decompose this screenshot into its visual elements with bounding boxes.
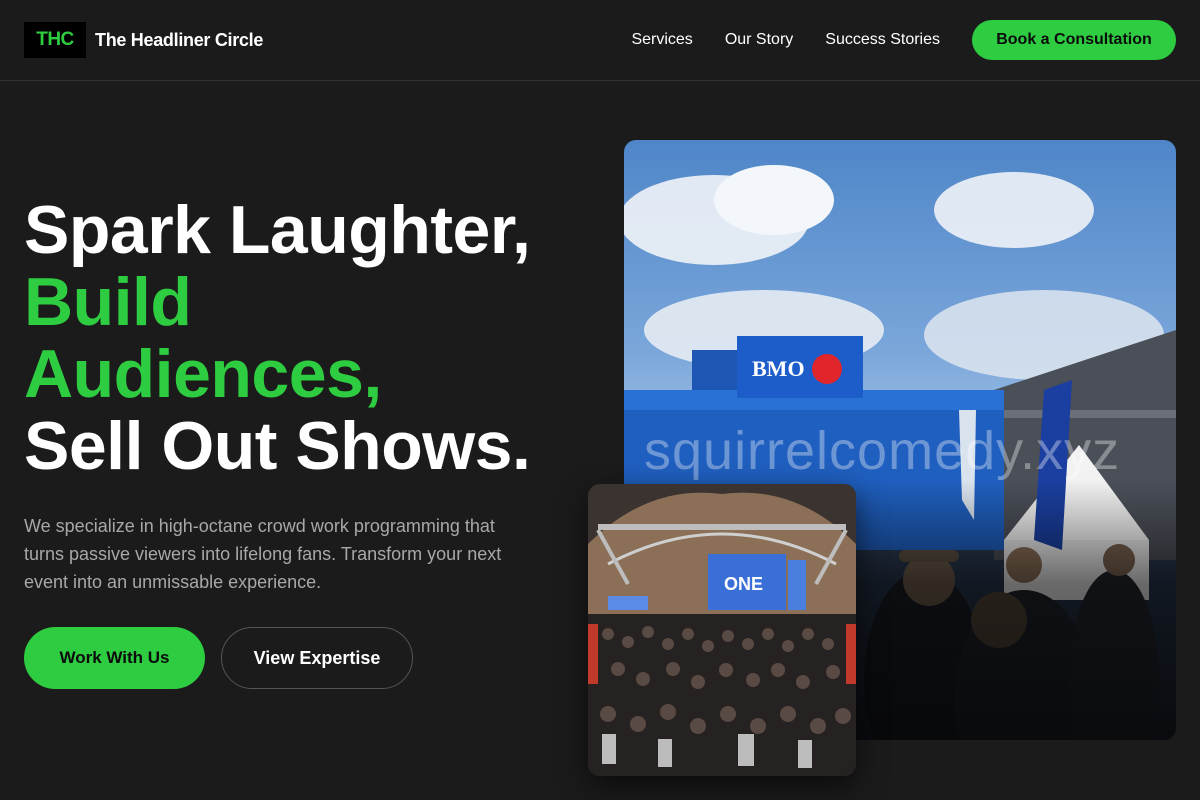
nav-link-services[interactable]: Services [631, 31, 692, 49]
hero-actions: Work With Us View Expertise [24, 627, 584, 689]
main-nav: Services Our Story Success Stories Book … [631, 20, 1176, 60]
crowd-photo-illustration: ONE [588, 484, 856, 776]
hero-section: Spark Laughter, Build Audiences, Sell Ou… [24, 194, 584, 689]
hero-lead-text: We specialize in high-octane crowd work … [24, 516, 502, 592]
brand-name: The Headliner Circle [95, 29, 264, 50]
headline-line-4: Sell Out Shows. [24, 408, 531, 484]
headline-line-1: Spark Laughter, [24, 192, 531, 268]
view-expertise-button[interactable]: View Expertise [221, 627, 413, 689]
photo-watermark: squirrelcomedy.xyz [644, 421, 1121, 481]
site-header: THC The Headliner Circle Services Our St… [0, 0, 1200, 81]
hero-headline: Spark Laughter, Build Audiences, Sell Ou… [24, 194, 584, 482]
headline-line-2: Build [24, 264, 192, 340]
headline-line-3: Audiences, [24, 336, 382, 412]
work-with-us-button[interactable]: Work With Us [24, 627, 205, 689]
bmo-sign-text: BMO [752, 356, 805, 381]
inset-screen-text: ONE [724, 574, 763, 594]
brand-logo[interactable]: THC The Headliner Circle [24, 22, 263, 58]
logo-badge: THC [24, 22, 86, 58]
book-consultation-button[interactable]: Book a Consultation [972, 20, 1176, 60]
nav-link-our-story[interactable]: Our Story [725, 31, 793, 49]
nav-link-success-stories[interactable]: Success Stories [825, 31, 940, 49]
inset-photo-crowd: ONE [588, 484, 856, 776]
